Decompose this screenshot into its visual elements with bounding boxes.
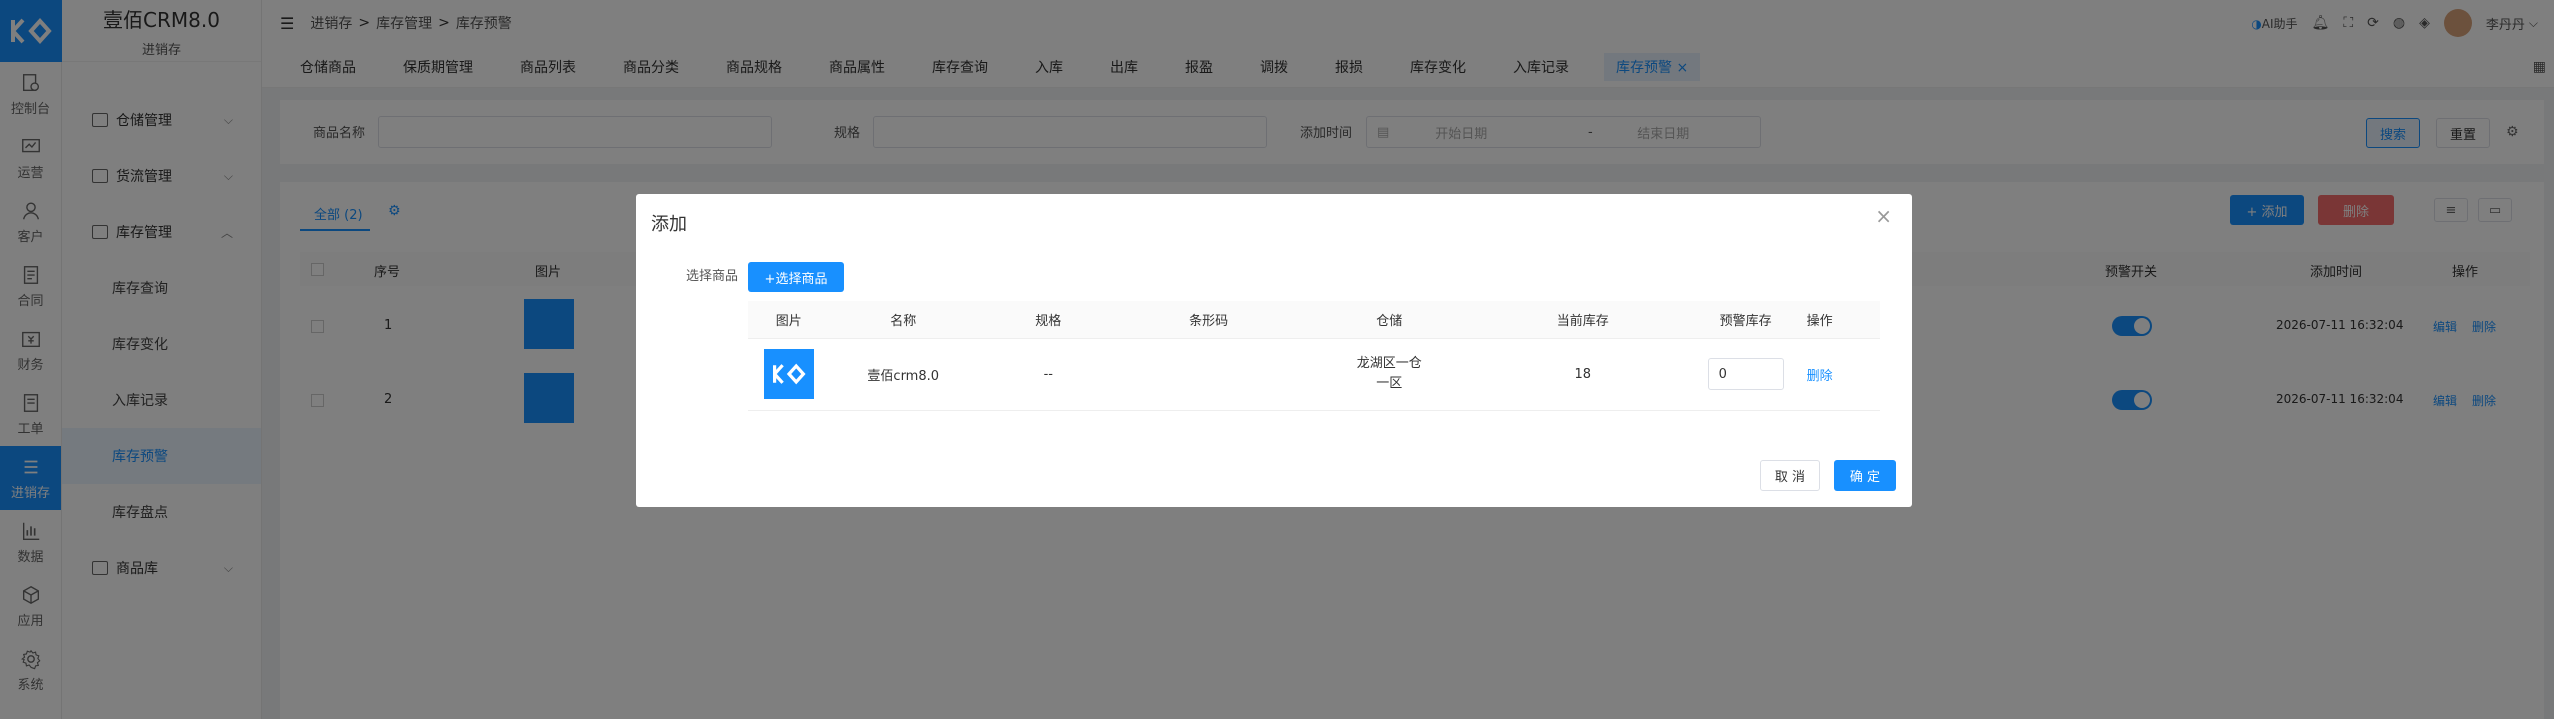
product-barcode [1119,338,1298,411]
th-warehouse: 仓储 [1297,301,1481,339]
remove-link[interactable]: 删除 [1807,369,1833,384]
th-ops: 操作 [1806,301,1880,339]
close-icon[interactable]: × [1875,204,1892,228]
dialog-title: 添加 [651,214,687,235]
product-name: 壹佰crm8.0 [829,338,978,411]
th-image: 图片 [748,301,830,339]
add-dialog: 添加 × 选择商品 +选择商品 图片 名称 规格 条形码 仓储 当前库存 预警库… [636,194,1912,507]
product-spec: -- [977,338,1120,411]
product-image [763,349,814,399]
current-stock: 18 [1480,338,1685,411]
warn-stock-input[interactable]: 0 [1707,358,1784,390]
warehouse-line: 龙湖区一仓 [1356,356,1422,371]
product-warehouse: 龙湖区一仓 一区 [1297,338,1481,411]
table-row: 壹佰crm8.0 -- 龙湖区一仓 一区 18 0 删除 [748,338,1880,411]
th-barcode: 条形码 [1119,301,1298,339]
select-product-label: 选择商品 [686,269,739,284]
confirm-button[interactable]: 确 定 [1834,460,1896,491]
selected-products-table: 图片 名称 规格 条形码 仓储 当前库存 预警库存 操作 壹佰crm8.0 --… [748,301,1880,411]
th-name: 名称 [829,301,978,339]
cancel-button[interactable]: 取 消 [1760,460,1820,491]
th-current-stock: 当前库存 [1480,301,1685,339]
warehouse-line: 一区 [1376,376,1403,391]
th-spec: 规格 [977,301,1120,339]
select-product-button[interactable]: +选择商品 [748,262,844,292]
th-warn-stock: 预警库存 [1684,301,1807,339]
